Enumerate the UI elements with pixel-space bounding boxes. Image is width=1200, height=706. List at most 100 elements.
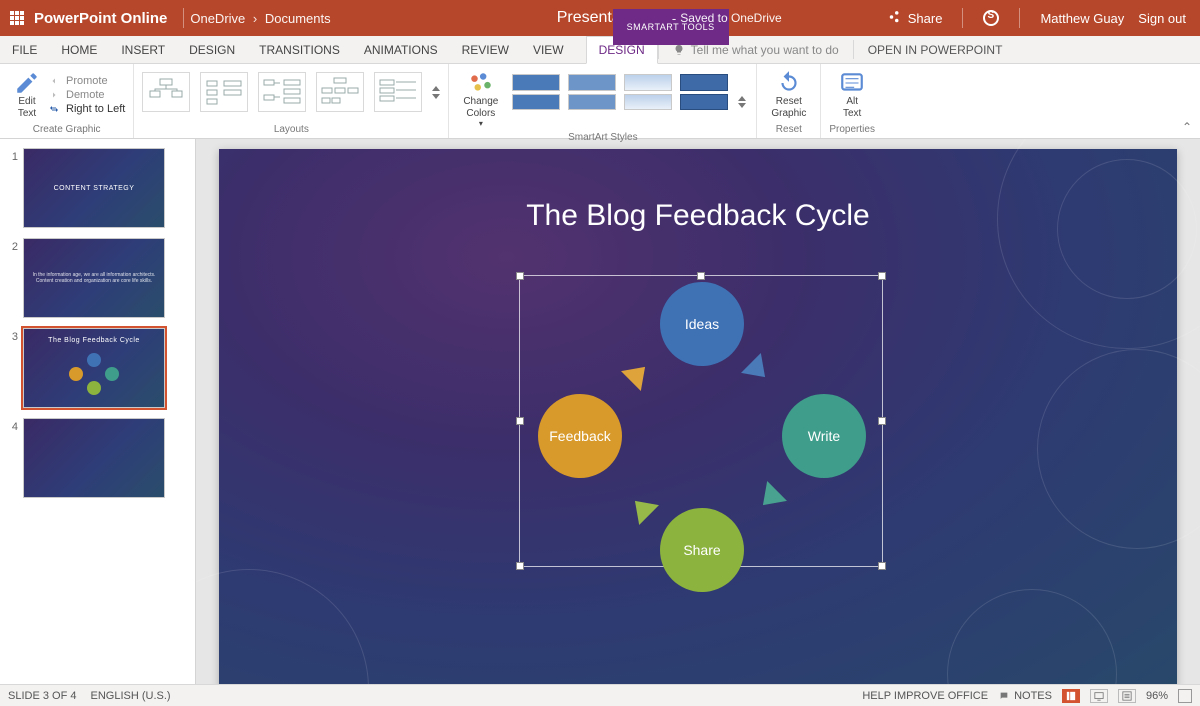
thumb-title: CONTENT STRATEGY [54, 185, 135, 192]
title-bar: PowerPoint Online OneDrive › Documents S… [0, 0, 1200, 36]
resize-handle[interactable] [516, 562, 524, 570]
cycle-node-write[interactable]: Write [782, 394, 866, 478]
workspace: 1 CONTENT STRATEGY 2 In the information … [0, 139, 1200, 684]
change-colors-label: Change Colors [463, 96, 498, 119]
notes-icon [998, 691, 1010, 701]
slide-number: 1 [8, 149, 18, 163]
help-improve-link[interactable]: HELP IMPROVE OFFICE [862, 690, 988, 702]
style-option-1[interactable] [512, 74, 560, 110]
rtl-label: Right to Left [66, 103, 125, 115]
tab-transitions[interactable]: TRANSITIONS [247, 36, 352, 63]
reset-graphic-button[interactable]: Reset Graphic [765, 68, 812, 122]
style-option-2[interactable] [568, 74, 616, 110]
view-reading-button[interactable] [1118, 689, 1136, 703]
share-button[interactable]: Share [888, 10, 943, 27]
slideshow-icon [1094, 691, 1104, 701]
tab-review[interactable]: REVIEW [450, 36, 521, 63]
skype-icon[interactable] [983, 10, 999, 26]
tab-animations[interactable]: ANIMATIONS [352, 36, 450, 63]
notes-button[interactable]: NOTES [998, 690, 1052, 702]
slide-thumbnail-2[interactable]: In the information age, we are all infor… [24, 239, 164, 317]
collapse-ribbon-icon[interactable]: ⌃ [1182, 120, 1192, 134]
alt-text-label: Alt Text [843, 96, 861, 119]
cycle-node-share[interactable]: Share [660, 508, 744, 592]
style-option-4[interactable] [680, 74, 728, 110]
rtl-icon [48, 103, 60, 115]
group-label-layouts: Layouts [142, 122, 440, 138]
resize-handle[interactable] [516, 417, 524, 425]
reset-icon [776, 70, 802, 96]
cycle-arrow-icon [753, 481, 787, 515]
layout-option-4[interactable] [316, 72, 364, 112]
slide-title[interactable]: The Blog Feedback Cycle [219, 199, 1177, 233]
styles-gallery [512, 68, 748, 130]
cycle-arrow-icon [741, 353, 775, 387]
arrow-left-icon [48, 75, 60, 87]
thumbnail-row-4: 4 [8, 419, 187, 497]
slide-position[interactable]: SLIDE 3 OF 4 [8, 690, 76, 702]
group-label-properties: Properties [829, 122, 875, 138]
view-slideshow-button[interactable] [1090, 689, 1108, 703]
divider [1019, 8, 1020, 28]
slide-thumbnail-4[interactable] [24, 419, 164, 497]
view-normal-button[interactable] [1062, 689, 1080, 703]
zoom-level[interactable]: 96% [1146, 690, 1168, 702]
tab-insert[interactable]: INSERT [109, 36, 177, 63]
right-to-left-button[interactable]: Right to Left [48, 102, 125, 116]
cycle-node-feedback[interactable]: Feedback [538, 394, 622, 478]
layout-option-3[interactable] [258, 72, 306, 112]
titlebar-right: Share Matthew Guay Sign out [888, 8, 1200, 28]
tab-file[interactable]: FILE [0, 36, 49, 63]
demote-button[interactable]: Demote [48, 88, 125, 102]
layout-option-5[interactable] [374, 72, 422, 112]
breadcrumb-root[interactable]: OneDrive [190, 11, 245, 26]
slide-thumbnail-3[interactable]: The Blog Feedback Cycle [24, 329, 164, 407]
slide-canvas[interactable]: The Blog Feedback Cycle Ideas Write Shar… [219, 149, 1177, 684]
tab-home[interactable]: HOME [49, 36, 109, 63]
status-bar: SLIDE 3 OF 4 ENGLISH (U.S.) HELP IMPROVE… [0, 684, 1200, 706]
resize-handle[interactable] [878, 417, 886, 425]
styles-more-button[interactable] [736, 74, 748, 130]
edit-text-button[interactable]: Edit Text [8, 68, 46, 122]
slide-thumbnail-1[interactable]: CONTENT STRATEGY [24, 149, 164, 227]
demote-label: Demote [66, 89, 105, 101]
decorative-circle [947, 589, 1117, 684]
cycle-node-ideas[interactable]: Ideas [660, 282, 744, 366]
language-indicator[interactable]: ENGLISH (U.S.) [90, 690, 170, 702]
slide-canvas-area[interactable]: The Blog Feedback Cycle Ideas Write Shar… [196, 139, 1200, 684]
tab-design[interactable]: DESIGN [177, 36, 247, 63]
sign-out-link[interactable]: Sign out [1138, 11, 1186, 26]
slide-number: 4 [8, 419, 18, 433]
chevron-right-icon: › [253, 11, 257, 26]
user-name[interactable]: Matthew Guay [1040, 11, 1124, 26]
group-smartart-styles: Change Colors▾ SmartArt Styles [449, 64, 757, 138]
app-name: PowerPoint Online [34, 10, 167, 27]
layout-option-1[interactable] [142, 72, 190, 112]
lightbulb-icon [673, 44, 685, 56]
open-in-powerpoint[interactable]: OPEN IN POWERPOINT [854, 36, 1017, 63]
resize-handle[interactable] [878, 272, 886, 280]
divider [962, 8, 963, 28]
promote-button[interactable]: Promote [48, 74, 125, 88]
slide-thumbnails-panel[interactable]: 1 CONTENT STRATEGY 2 In the information … [0, 139, 196, 684]
share-icon [888, 10, 902, 27]
layout-option-2[interactable] [200, 72, 248, 112]
zoom-to-fit-button[interactable] [1178, 689, 1192, 703]
node-label: Feedback [549, 428, 610, 444]
app-launcher-icon[interactable] [10, 11, 24, 25]
style-option-3[interactable] [624, 74, 672, 110]
tab-view[interactable]: VIEW [521, 36, 576, 63]
thumb-cycle-graphic [69, 353, 119, 393]
breadcrumb[interactable]: OneDrive › Documents [190, 11, 330, 26]
ribbon: Edit Text Promote Demote Right to Left C… [0, 64, 1200, 139]
change-colors-button[interactable]: Change Colors▾ [457, 68, 504, 130]
resize-handle[interactable] [878, 562, 886, 570]
layouts-more-button[interactable] [432, 72, 440, 112]
alt-text-button[interactable]: Alt Text [829, 68, 875, 122]
smartart-selection-box[interactable]: Ideas Write Share Feedback [519, 275, 883, 567]
cycle-arrow-icon [625, 491, 659, 525]
resize-handle[interactable] [516, 272, 524, 280]
resize-handle[interactable] [697, 272, 705, 280]
breadcrumb-folder[interactable]: Documents [265, 11, 331, 26]
decorative-circle [196, 569, 369, 684]
